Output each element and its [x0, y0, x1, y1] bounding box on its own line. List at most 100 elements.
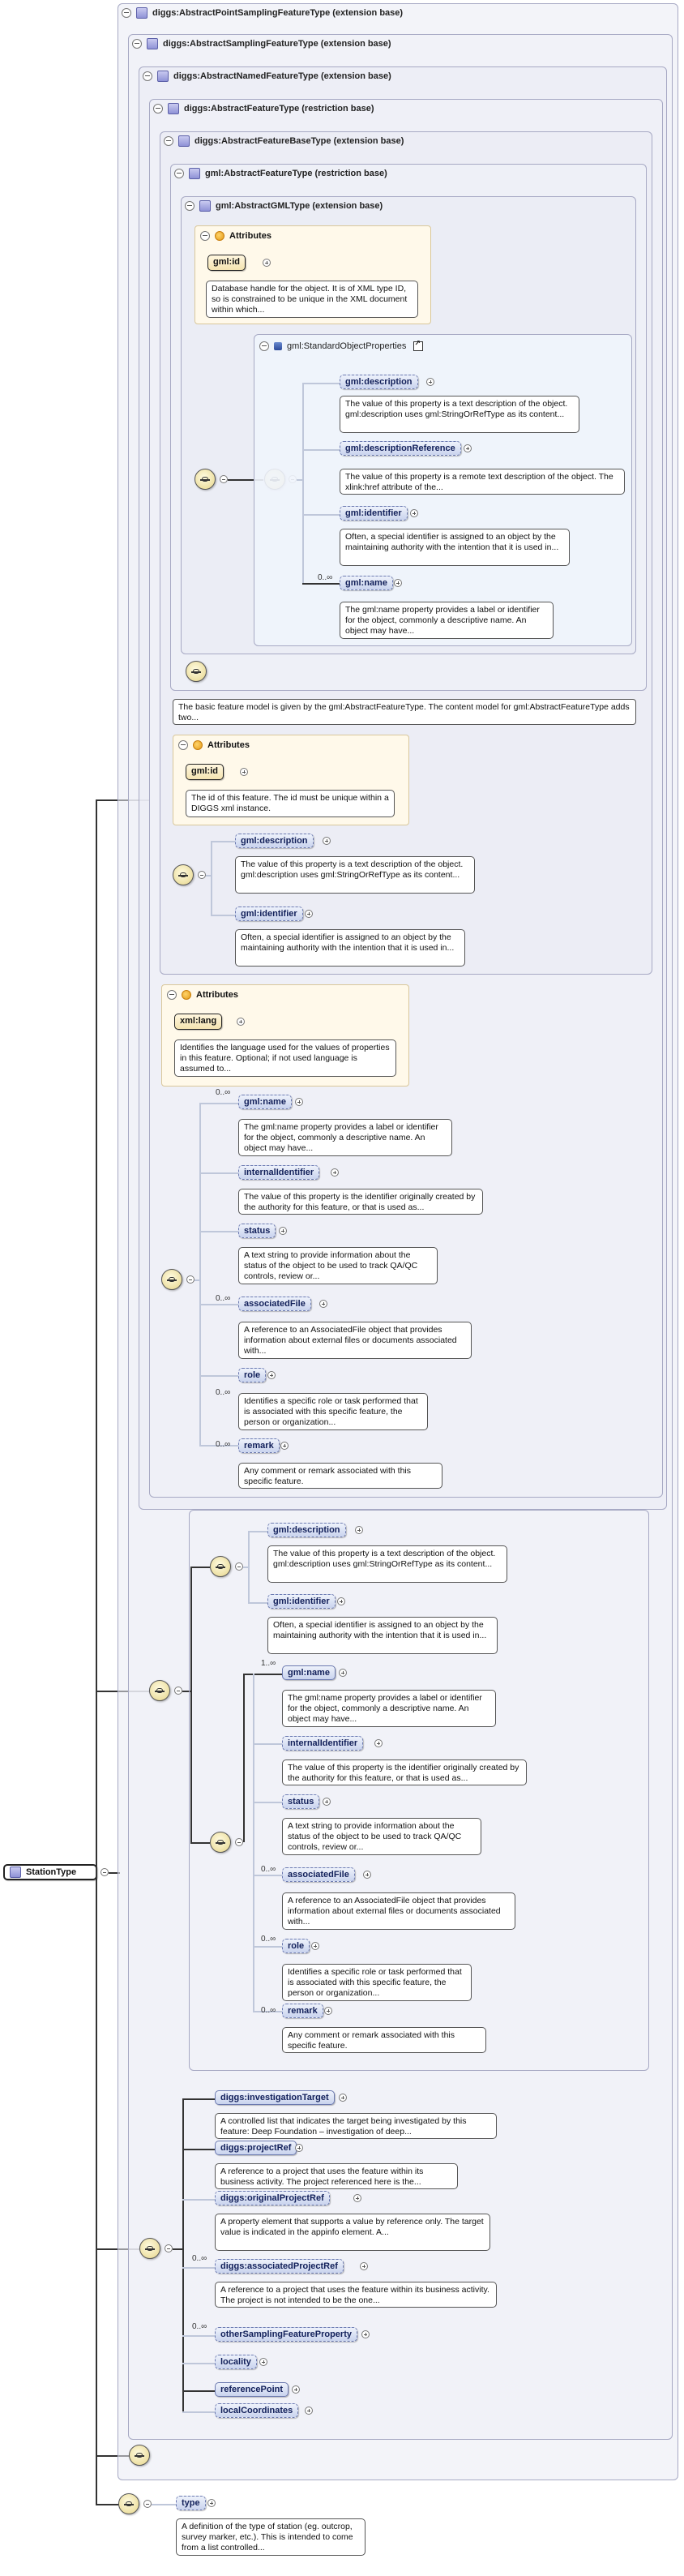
type-icon: [189, 168, 200, 179]
multiplicity: 0..∞: [216, 1088, 231, 1097]
element-description: Any comment or remark associated with th…: [238, 1463, 442, 1489]
attr-xml-lang[interactable]: xml:lang: [174, 1014, 223, 1030]
collapse-icon[interactable]: [185, 201, 195, 211]
sequence-icon[interactable]: [161, 1269, 182, 1290]
box-title: diggs:AbstractNamedFeatureType (extensio…: [173, 71, 391, 81]
collapse-icon[interactable]: [186, 1275, 195, 1284]
collapse-icon[interactable]: [200, 231, 210, 241]
collapse-icon[interactable]: [174, 169, 184, 178]
element-description: A reference to a project that uses the f…: [215, 2282, 497, 2308]
attribute-icon: [182, 990, 191, 1000]
expand-icon[interactable]: [319, 1300, 327, 1308]
element-associated-project-ref[interactable]: diggs:associatedProjectRef: [215, 2259, 344, 2274]
expand-icon[interactable]: [295, 2144, 303, 2152]
expand-icon[interactable]: [353, 2194, 361, 2202]
element-gml-identifier[interactable]: gml:identifier: [340, 506, 408, 521]
collapse-icon[interactable]: [165, 2244, 173, 2252]
root-collapse-icon[interactable]: [100, 1868, 109, 1876]
expand-icon[interactable]: [305, 910, 313, 918]
expand-icon[interactable]: [279, 1227, 287, 1235]
element-locality[interactable]: locality: [215, 2355, 257, 2369]
expand-icon[interactable]: [295, 1098, 303, 1106]
expand-icon[interactable]: [410, 509, 418, 517]
collapse-icon[interactable]: [143, 71, 152, 81]
expand-icon[interactable]: [464, 444, 472, 452]
expand-icon[interactable]: [237, 1018, 245, 1026]
collapse-icon[interactable]: [153, 104, 163, 114]
collapse-icon[interactable]: [174, 1687, 182, 1695]
element-description: Often, a special identifier is assigned …: [340, 529, 570, 566]
element-gml-identifier[interactable]: gml:identifier: [235, 907, 303, 921]
expand-icon[interactable]: [267, 1371, 276, 1379]
element-status[interactable]: status: [238, 1224, 276, 1238]
root-element[interactable]: StationType: [3, 1864, 97, 1880]
root-name: StationType: [26, 1867, 77, 1877]
collapse-icon[interactable]: [143, 2500, 152, 2508]
sequence-icon[interactable]: [195, 469, 216, 490]
collapse-icon[interactable]: [178, 740, 188, 750]
expand-icon[interactable]: [360, 2262, 368, 2270]
expand-icon[interactable]: [263, 259, 271, 267]
expand-icon[interactable]: [207, 2499, 216, 2507]
link-icon[interactable]: [413, 339, 424, 351]
sequence-icon[interactable]: [139, 2238, 160, 2259]
element-remark[interactable]: remark: [238, 1438, 280, 1453]
collapse-icon[interactable]: [167, 990, 177, 1000]
element-description: The value of this property is the identi…: [238, 1189, 483, 1215]
collapse-icon[interactable]: [122, 8, 131, 18]
element-associated-file[interactable]: associatedFile: [238, 1297, 311, 1311]
attr-description: Database handle for the object. It is of…: [206, 281, 418, 318]
collapse-icon[interactable]: [198, 871, 206, 879]
element-description: The gml:name property provides a label o…: [238, 1119, 452, 1156]
element-other-sampling-feature-property[interactable]: otherSamplingFeatureProperty: [215, 2327, 357, 2342]
collapse-icon[interactable]: [259, 341, 269, 351]
box-title: diggs:AbstractPointSamplingFeatureType (…: [152, 8, 404, 18]
element-reference-point[interactable]: referencePoint: [215, 2382, 289, 2397]
expand-icon[interactable]: [361, 2330, 370, 2338]
collapse-icon[interactable]: [164, 136, 173, 146]
element-gml-description-reference[interactable]: gml:descriptionReference: [340, 441, 461, 456]
element-type[interactable]: type: [176, 2496, 206, 2510]
type-icon: [168, 103, 179, 114]
expand-icon[interactable]: [259, 2358, 267, 2366]
element-gml-name[interactable]: gml:name: [340, 576, 393, 590]
expand-icon[interactable]: [339, 2094, 347, 2102]
expand-icon[interactable]: [394, 579, 402, 587]
element-project-ref[interactable]: diggs:projectRef: [215, 2141, 297, 2155]
attr-gml-id[interactable]: gml:id: [207, 255, 246, 271]
element-gml-description[interactable]: gml:description: [235, 834, 314, 848]
expand-icon[interactable]: [426, 378, 434, 386]
element-gml-description[interactable]: gml:description: [340, 375, 418, 389]
collapse-icon[interactable]: [220, 475, 228, 483]
element-internal-identifier[interactable]: internalIdentifier: [238, 1165, 320, 1180]
element-role[interactable]: role: [238, 1368, 267, 1382]
expand-icon[interactable]: [280, 1442, 289, 1450]
multiplicity: 0..∞: [216, 1440, 231, 1449]
sequence-icon[interactable]: [186, 661, 207, 682]
sequence-icon[interactable]: [129, 2445, 150, 2466]
expand-icon[interactable]: [323, 837, 331, 845]
element-gml-name[interactable]: gml:name: [238, 1095, 292, 1109]
element-investigation-target[interactable]: diggs:investigationTarget: [215, 2090, 335, 2105]
element-local-coordinates[interactable]: localCoordinates: [215, 2403, 299, 2418]
sequence-icon[interactable]: [118, 2493, 139, 2514]
expand-icon[interactable]: [305, 2407, 313, 2415]
collapse-icon[interactable]: [132, 39, 142, 49]
feature-model-note: The basic feature model is given by the …: [173, 699, 636, 725]
box-title: gml:AbstractGMLType (extension base): [216, 201, 383, 211]
element-description: A controlled list that indicates the tar…: [215, 2113, 497, 2139]
expand-icon[interactable]: [292, 2385, 300, 2394]
expand-icon[interactable]: [331, 1168, 339, 1177]
sequence-icon[interactable]: [173, 864, 194, 885]
type-icon: [10, 1867, 21, 1878]
attr-description: The id of this feature. The id must be u…: [186, 790, 395, 817]
attributes-label: Attributes: [196, 990, 238, 1000]
element-original-project-ref[interactable]: diggs:originalProjectRef: [215, 2191, 330, 2205]
expand-icon[interactable]: [240, 768, 248, 776]
sequence-icon[interactable]: [149, 1680, 170, 1701]
attr-gml-id[interactable]: gml:id: [186, 764, 224, 780]
type-icon: [178, 135, 190, 147]
element-description: A reference to a project that uses the f…: [215, 2163, 458, 2189]
type-icon: [136, 7, 147, 19]
attribute-icon: [215, 231, 224, 241]
